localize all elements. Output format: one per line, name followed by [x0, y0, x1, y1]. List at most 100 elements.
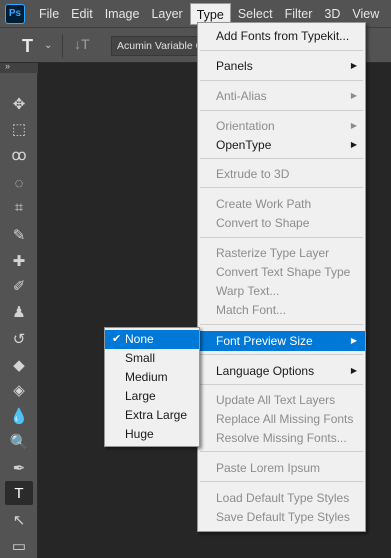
clone-stamp-tool-icon[interactable]: ♟ [5, 300, 33, 324]
menu-item-label: Update All Text Layers [216, 393, 336, 407]
menu-item-label: Replace All Missing Fonts [216, 412, 354, 426]
checkmark-icon: ✔ [112, 333, 122, 345]
menu-item-label: Resolve Missing Fonts... [216, 431, 347, 445]
menu-separator [200, 187, 363, 188]
submenu-arrow-icon: ▶ [350, 61, 357, 70]
menu-separator [200, 80, 363, 81]
submenu-item-none[interactable]: ✔ None [105, 330, 199, 349]
menu-separator [200, 158, 363, 159]
marquee-tool-icon[interactable]: ⬚ [5, 117, 33, 141]
menu-item-orientation[interactable]: Orientation ▶ [198, 116, 365, 136]
menu-item-label: Panels [216, 59, 253, 73]
paint-bucket-tool-icon[interactable]: ◈ [5, 378, 33, 402]
menu-item-create-work-path[interactable]: Create Work Path [198, 194, 365, 214]
menu-separator [200, 50, 363, 51]
tools-panel: ✥ ⬚ ꝏ ◌ ⌗ ✎ ✚ ✐ ♟ ↺ ◆ ◈ 💧 🔍 ✒ T ↖ ▭ [0, 73, 38, 558]
menu-item-convert-to-shape[interactable]: Convert to Shape [198, 213, 365, 233]
menu-item-match-font[interactable]: Match Font... [198, 300, 365, 320]
menu-image[interactable]: Image [99, 3, 146, 25]
menu-item-language-options[interactable]: Language Options ▶ [198, 361, 365, 381]
menu-item-update-all-text-layers[interactable]: Update All Text Layers [198, 390, 365, 410]
menu-item-label: Rasterize Type Layer [216, 246, 330, 260]
menu-item-label: Load Default Type Styles [216, 491, 350, 505]
menu-item-extrude-3d[interactable]: Extrude to 3D [198, 164, 365, 184]
submenu-item-label: Medium [125, 370, 168, 384]
menu-item-warp-text[interactable]: Warp Text... [198, 281, 365, 301]
menu-separator [200, 384, 363, 385]
menu-item-rasterize-type-layer[interactable]: Rasterize Type Layer [198, 243, 365, 263]
menu-separator [200, 110, 363, 111]
menu-item-paste-lorem-ipsum[interactable]: Paste Lorem Ipsum [198, 458, 365, 478]
menu-item-label: Match Font... [216, 303, 287, 317]
chevron-down-icon[interactable]: ⌄ [44, 40, 52, 51]
history-brush-tool-icon[interactable]: ↺ [5, 327, 33, 351]
menu-separator [200, 451, 363, 452]
menu-item-label: Orientation [216, 119, 275, 133]
menu-item-label: Add Fonts from Typekit... [216, 29, 350, 43]
menu-item-label: Convert Text Shape Type [216, 265, 351, 279]
menu-separator [200, 481, 363, 482]
menu-layer[interactable]: Layer [145, 3, 188, 25]
menu-separator [200, 354, 363, 355]
menu-item-save-default-type-styles[interactable]: Save Default Type Styles [198, 507, 365, 527]
menu-item-label: Anti-Alias [216, 89, 267, 103]
path-selection-tool-icon[interactable]: ↖ [5, 508, 33, 532]
menu-item-opentype[interactable]: OpenType ▶ [198, 135, 365, 155]
submenu-item-large[interactable]: Large [105, 387, 199, 406]
crop-tool-icon[interactable]: ⌗ [5, 195, 33, 219]
menu-item-label: OpenType [216, 138, 272, 152]
submenu-item-small[interactable]: Small [105, 349, 199, 368]
submenu-item-label: Small [125, 351, 156, 365]
menu-item-anti-alias[interactable]: Anti-Alias ▶ [198, 86, 365, 106]
submenu-item-label: Large [125, 389, 156, 403]
collapse-toolbar-icon[interactable]: » [5, 61, 10, 71]
menu-item-label: Extrude to 3D [216, 167, 290, 181]
submenu-arrow-icon: ▶ [350, 366, 357, 375]
menu-item-convert-text-shape-type[interactable]: Convert Text Shape Type [198, 262, 365, 282]
submenu-item-label: Huge [125, 427, 154, 441]
menu-item-label: Warp Text... [216, 284, 280, 298]
photoshop-logo-icon: Ps [5, 3, 25, 24]
menu-file[interactable]: File [33, 3, 65, 25]
menu-item-label: Save Default Type Styles [216, 510, 350, 524]
move-tool-icon[interactable]: ✥ [5, 92, 33, 116]
eraser-tool-icon[interactable]: ◆ [5, 353, 33, 377]
submenu-item-label: None [125, 332, 154, 346]
menu-item-panels[interactable]: Panels ▶ [198, 56, 365, 76]
pen-tool-icon[interactable]: ✒ [5, 456, 33, 480]
menu-item-font-preview-size[interactable]: Font Preview Size ▶ [198, 331, 365, 351]
shape-tool-icon[interactable]: ▭ [5, 534, 33, 558]
type-tool-icon[interactable]: T [5, 481, 33, 505]
toolbar-header: » [0, 61, 38, 73]
menu-item-label: Convert to Shape [216, 216, 310, 230]
font-family-select[interactable]: Acumin Variable C [111, 36, 201, 56]
menu-edit[interactable]: Edit [65, 3, 99, 25]
type-menu-dropdown: Add Fonts from Typekit... Panels ▶ Anti-A… [197, 22, 366, 532]
menu-item-label: Paste Lorem Ipsum [216, 461, 321, 475]
submenu-item-huge[interactable]: Huge [105, 425, 199, 444]
menu-separator [200, 324, 363, 325]
submenu-arrow-icon: ▶ [350, 336, 357, 345]
dodge-tool-icon[interactable]: 🔍 [5, 430, 33, 454]
menu-separator [200, 237, 363, 238]
type-preset-icon[interactable]: T [22, 36, 33, 57]
menu-item-label: Language Options [216, 364, 315, 378]
blur-tool-icon[interactable]: 💧 [5, 404, 33, 428]
submenu-item-medium[interactable]: Medium [105, 368, 199, 387]
menu-item-add-fonts-typekit[interactable]: Add Fonts from Typekit... [198, 26, 365, 46]
submenu-arrow-icon: ▶ [350, 121, 357, 130]
submenu-arrow-icon: ▶ [350, 140, 357, 149]
menu-item-resolve-missing-fonts[interactable]: Resolve Missing Fonts... [198, 428, 365, 448]
options-divider [62, 34, 63, 58]
submenu-item-label: Extra Large [125, 408, 188, 422]
brush-tool-icon[interactable]: ✐ [5, 274, 33, 298]
menu-item-label: Create Work Path [216, 197, 312, 211]
menu-item-load-default-type-styles[interactable]: Load Default Type Styles [198, 488, 365, 508]
lasso-tool-icon[interactable]: ꝏ [5, 143, 33, 167]
menu-item-replace-missing-fonts[interactable]: Replace All Missing Fonts [198, 409, 365, 429]
quick-selection-tool-icon[interactable]: ◌ [5, 171, 33, 195]
healing-brush-tool-icon[interactable]: ✚ [5, 249, 33, 273]
eyedropper-tool-icon[interactable]: ✎ [5, 223, 33, 247]
submenu-item-extra-large[interactable]: Extra Large [105, 406, 199, 425]
text-orientation-icon[interactable]: ↓T [74, 36, 90, 52]
